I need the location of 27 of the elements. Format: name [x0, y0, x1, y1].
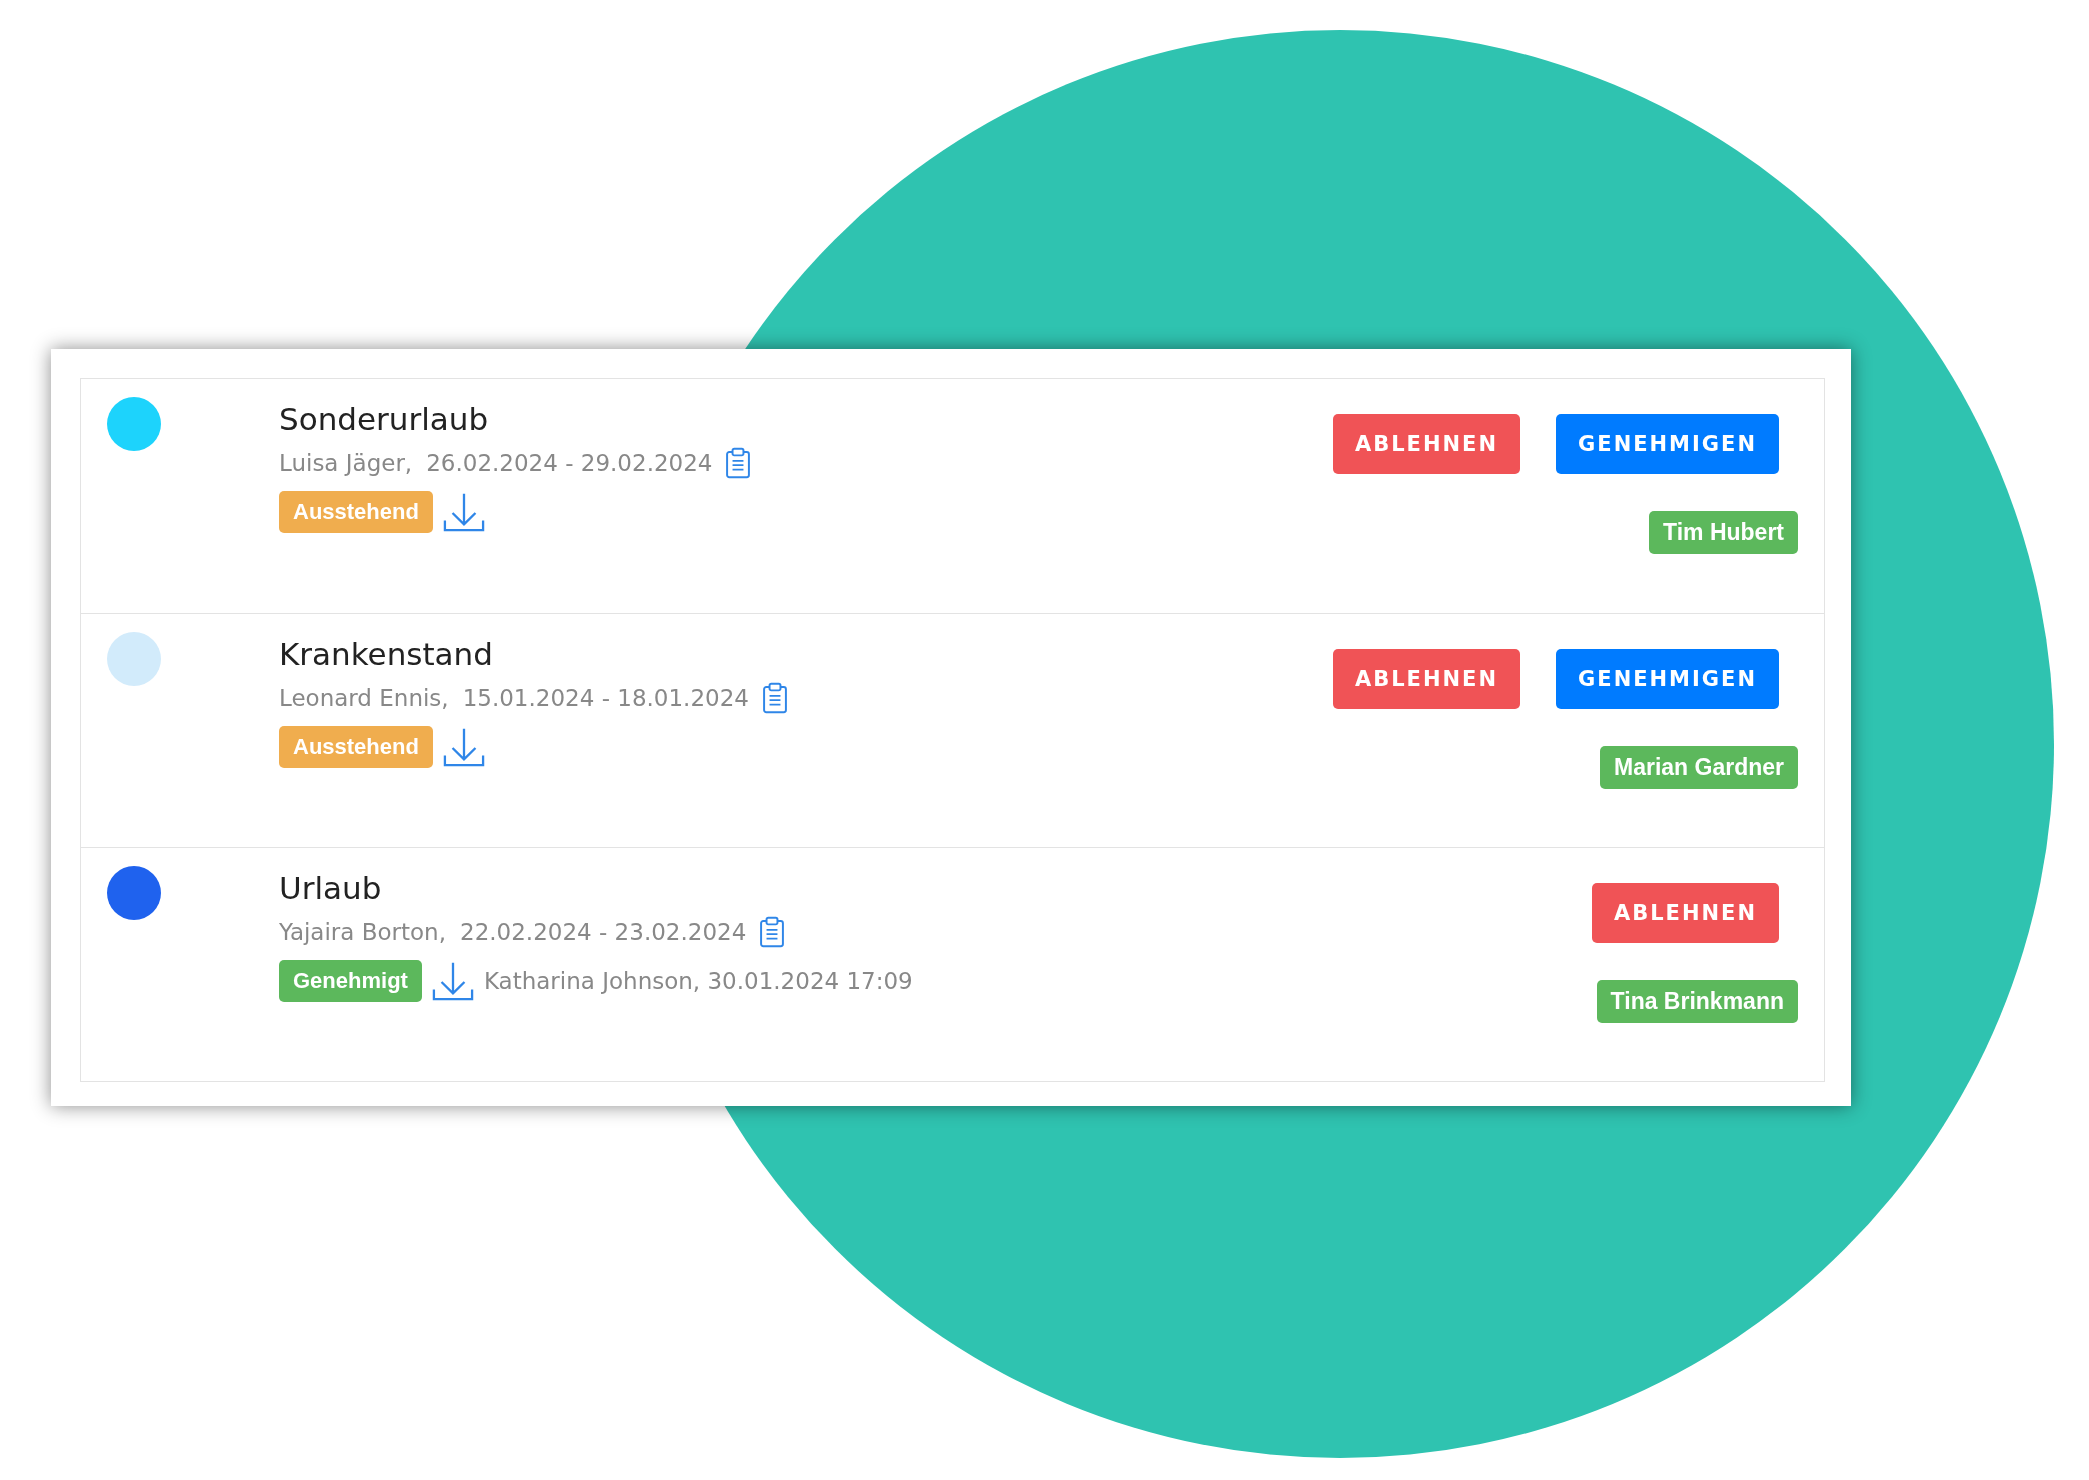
- date-range: 26.02.2024 - 29.02.2024: [426, 449, 713, 478]
- approve-button[interactable]: GENEHMIGEN: [1556, 649, 1779, 709]
- employee-name: Luisa Jäger,: [279, 449, 413, 478]
- assignee-tag: Tim Hubert: [1649, 511, 1798, 554]
- request-title: Sonderurlaub: [279, 400, 489, 439]
- reject-button[interactable]: ABLEHNEN: [1333, 649, 1521, 709]
- status-badge: Genehmigt: [279, 960, 422, 1002]
- assignee-tag: Marian Gardner: [1600, 746, 1798, 789]
- clipboard-icon[interactable]: [760, 916, 785, 948]
- reject-button[interactable]: ABLEHNEN: [1333, 414, 1521, 474]
- download-icon[interactable]: [442, 491, 485, 533]
- assignee-tag: Tina Brinkmann: [1596, 980, 1798, 1023]
- download-icon[interactable]: [442, 726, 485, 768]
- date-range: 15.01.2024 - 18.01.2024: [462, 684, 749, 713]
- request-title: Krankenstand: [279, 635, 493, 674]
- status-badge: Ausstehend: [279, 491, 433, 533]
- status-badge: Ausstehend: [279, 726, 433, 768]
- date-range: 22.02.2024 - 23.02.2024: [460, 918, 747, 947]
- request-title: Urlaub: [279, 869, 382, 908]
- employee-name: Leonard Ennis,: [279, 684, 449, 713]
- clipboard-icon[interactable]: [726, 447, 751, 479]
- employee-name: Yajaira Borton,: [279, 918, 446, 947]
- reject-button[interactable]: ABLEHNEN: [1591, 883, 1779, 943]
- download-icon[interactable]: [431, 960, 474, 1002]
- approval-note: Katharina Johnson, 30.01.2024 17:09: [483, 968, 913, 994]
- clipboard-icon[interactable]: [762, 682, 787, 714]
- approve-button[interactable]: GENEHMIGEN: [1556, 414, 1779, 474]
